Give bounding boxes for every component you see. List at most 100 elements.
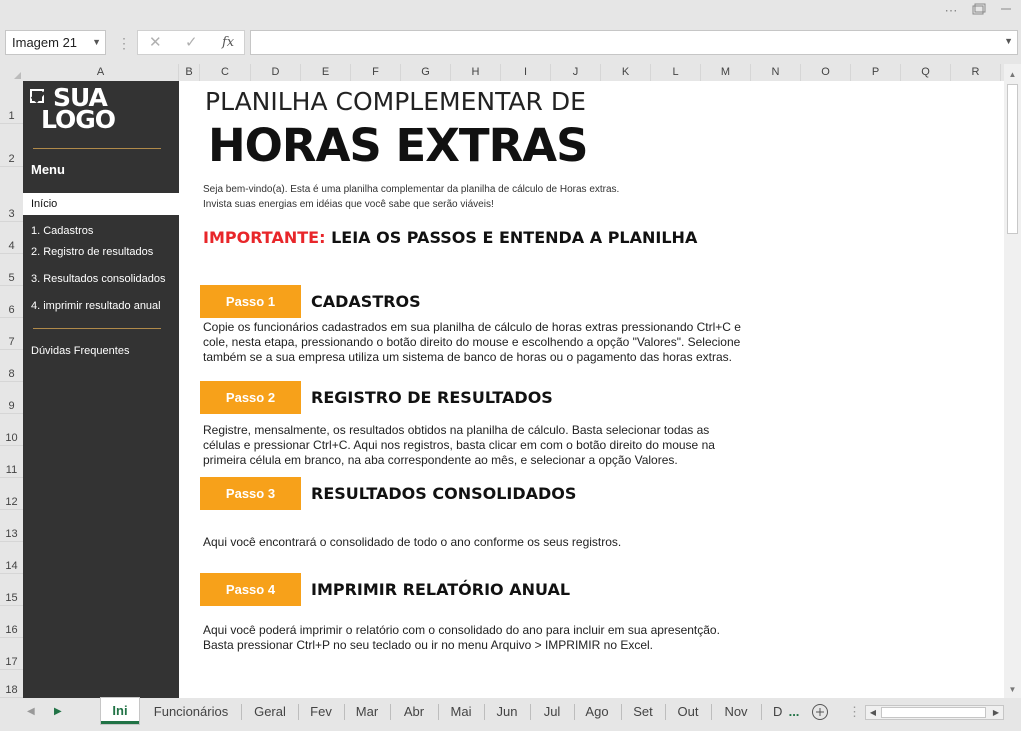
tab-abr[interactable]: Abr — [394, 698, 434, 726]
tab-dez[interactable]: D — [765, 698, 785, 726]
column-header-g[interactable]: G — [401, 64, 451, 81]
row-header-7[interactable]: 7 — [0, 318, 23, 350]
select-all-button[interactable] — [0, 64, 23, 81]
column-header-c[interactable]: C — [200, 64, 251, 81]
row-header-2[interactable]: 2 — [0, 124, 23, 167]
important-notice: IMPORTANTE: LEIA OS PASSOS E ENTENDA A P… — [203, 228, 697, 247]
name-box[interactable]: Imagem 21 ▼ — [5, 30, 106, 55]
column-header-q[interactable]: Q — [901, 64, 951, 81]
formula-input[interactable]: ▼ — [250, 30, 1018, 55]
previous-sheet-icon[interactable]: ◀ — [27, 706, 35, 717]
tab-ini[interactable]: Ini — [101, 698, 139, 724]
row-header-9[interactable]: 9 — [0, 382, 23, 414]
row-number: 11 — [5, 464, 18, 476]
row-header-10[interactable]: 10 — [0, 414, 23, 446]
column-header-b[interactable]: B — [179, 64, 200, 81]
column-header-i[interactable]: I — [501, 64, 551, 81]
row-header-6[interactable]: 6 — [0, 286, 23, 318]
sidebar-item-inicio[interactable]: Início — [23, 193, 179, 215]
tab-jun[interactable]: Jun — [488, 698, 526, 726]
row-number: 1 — [8, 110, 15, 122]
tab-nov[interactable]: Nov — [715, 698, 757, 726]
row-header-4[interactable]: 4 — [0, 222, 23, 254]
logo: SUA LOGO — [30, 85, 116, 137]
column-header-r[interactable]: R — [951, 64, 1001, 81]
column-header-l[interactable]: L — [651, 64, 701, 81]
row-header-15[interactable]: 15 — [0, 574, 23, 606]
scroll-right-icon[interactable]: ▶ — [989, 705, 1003, 720]
tab-fev[interactable]: Fev — [302, 698, 340, 726]
restore-icon[interactable] — [969, 3, 989, 19]
worksheet[interactable]: SUA LOGO Menu Início 1. Cadastros 2. Reg… — [23, 81, 1004, 698]
horizontal-scrollbar[interactable]: ◀ ▶ — [865, 705, 1004, 720]
tab-ago[interactable]: Ago — [578, 698, 616, 726]
column-header-n[interactable]: N — [751, 64, 801, 81]
tab-mar[interactable]: Mar — [348, 698, 386, 726]
column-header-d[interactable]: D — [251, 64, 301, 81]
scrollbar-thumb[interactable] — [1007, 84, 1018, 234]
row-number: 9 — [8, 400, 15, 412]
column-header-o[interactable]: O — [801, 64, 851, 81]
tab-divider — [621, 704, 622, 720]
more-tabs-icon[interactable]: ... — [784, 698, 804, 726]
column-header-a[interactable]: A — [23, 64, 179, 81]
sidebar-item-cadastros[interactable]: 1. Cadastros — [31, 225, 93, 237]
tab-funcionarios[interactable]: Funcionários — [145, 698, 237, 726]
add-sheet-icon — [812, 704, 828, 720]
scrollbar-thumb[interactable] — [881, 707, 986, 718]
enter-icon[interactable]: ✓ — [185, 33, 198, 53]
chevron-down-icon[interactable]: ▼ — [92, 31, 101, 54]
row-header-12[interactable]: 12 — [0, 478, 23, 510]
row-header-13[interactable]: 13 — [0, 510, 23, 542]
sidebar-item-imprimir[interactable]: 4. imprimir resultado anual — [31, 300, 161, 312]
tab-mai[interactable]: Mai — [442, 698, 480, 726]
splitter-grip-icon[interactable]: ⋮ — [848, 704, 861, 720]
expand-formula-icon[interactable]: ▼ — [1004, 36, 1013, 46]
row-number: 15 — [5, 592, 18, 604]
column-header-m[interactable]: M — [701, 64, 751, 81]
cancel-icon[interactable]: ✕ — [149, 33, 162, 53]
add-sheet-button[interactable] — [810, 698, 830, 726]
row-header-3[interactable]: 3 — [0, 167, 23, 222]
vertical-scrollbar[interactable]: ▲ ▼ — [1004, 64, 1021, 698]
sidebar-item-resultados[interactable]: 3. Resultados consolidados — [31, 273, 166, 285]
row-number: 16 — [5, 624, 18, 636]
tab-divider — [665, 704, 666, 720]
column-header-k[interactable]: K — [601, 64, 651, 81]
step-2-button[interactable]: Passo 2 — [200, 381, 301, 414]
row-header-11[interactable]: 11 — [0, 446, 23, 478]
step-3-button[interactable]: Passo 3 — [200, 477, 301, 510]
sheet-tab-bar: ◀ ▶ Ini Funcionários Geral Fev Mar Abr M… — [0, 698, 1021, 731]
next-sheet-icon[interactable]: ▶ — [54, 706, 62, 717]
row-header-8[interactable]: 8 — [0, 350, 23, 382]
column-header-h[interactable]: H — [451, 64, 501, 81]
more-options-icon[interactable]: ⋯ — [941, 3, 961, 19]
tab-geral[interactable]: Geral — [246, 698, 294, 726]
step-4-button[interactable]: Passo 4 — [200, 573, 301, 606]
scroll-left-icon[interactable]: ◀ — [866, 705, 880, 720]
row-header-5[interactable]: 5 — [0, 254, 23, 286]
column-header-j[interactable]: J — [551, 64, 601, 81]
row-header-1[interactable]: 1 — [0, 81, 23, 124]
step-2-title: REGISTRO DE RESULTADOS — [311, 388, 553, 407]
step-3-title: RESULTADOS CONSOLIDADOS — [311, 484, 577, 503]
column-header-e[interactable]: E — [301, 64, 351, 81]
scroll-up-icon[interactable]: ▲ — [1004, 66, 1021, 83]
column-header-f[interactable]: F — [351, 64, 401, 81]
insert-function-icon[interactable]: fx — [222, 33, 234, 53]
sidebar-item-duvidas[interactable]: Dúvidas Frequentes — [31, 345, 129, 357]
step-1-button[interactable]: Passo 1 — [200, 285, 301, 318]
column-header-p[interactable]: P — [851, 64, 901, 81]
logo-line-2: LOGO — [41, 105, 116, 134]
row-header-16[interactable]: 16 — [0, 606, 23, 638]
tab-jul[interactable]: Jul — [534, 698, 570, 726]
row-header-17[interactable]: 17 — [0, 638, 23, 670]
tab-set[interactable]: Set — [625, 698, 661, 726]
row-header-18[interactable]: 18 — [0, 670, 23, 698]
tab-divider — [574, 704, 575, 720]
sidebar-item-registro[interactable]: 2. Registro de resultados — [31, 246, 153, 258]
minimize-icon[interactable] — [996, 3, 1016, 19]
tab-out[interactable]: Out — [669, 698, 707, 726]
row-header-14[interactable]: 14 — [0, 542, 23, 574]
scroll-down-icon[interactable]: ▼ — [1004, 681, 1021, 698]
